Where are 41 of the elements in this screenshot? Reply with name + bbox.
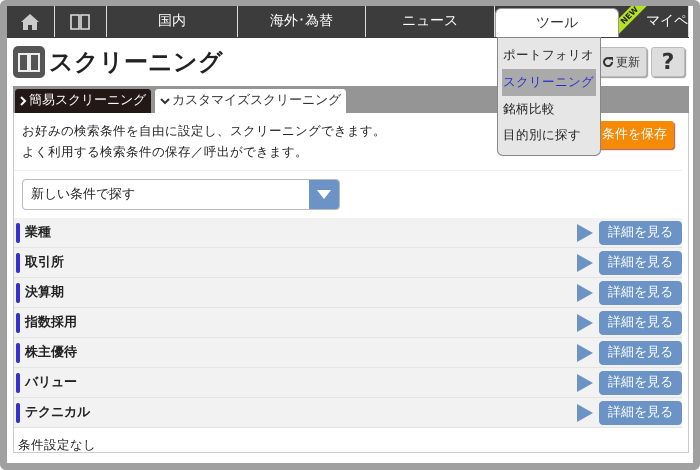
- criterion-label: バリュー: [25, 374, 77, 392]
- criterion-label: 決算期: [25, 284, 64, 302]
- status-text: 条件設定なし: [17, 436, 97, 454]
- condition-select[interactable]: 新しい条件で探す: [22, 179, 340, 210]
- play-icon: [577, 224, 593, 242]
- caret-icon: [317, 190, 331, 200]
- marker-bar: [16, 312, 20, 333]
- criterion-label: 取引所: [25, 254, 64, 272]
- book-icon: [13, 46, 45, 78]
- marker-bar: [16, 222, 20, 243]
- marker-bar: [16, 282, 20, 303]
- help-button[interactable]: ?: [651, 47, 685, 77]
- marker-bar: [16, 372, 20, 393]
- sub-tab[interactable]: カスタマイズスクリーニング: [155, 89, 346, 113]
- description-text: お好みの検索条件を自由に設定し、スクリーニングできます。: [22, 122, 386, 140]
- play-icon: [577, 344, 593, 362]
- criterion-label: テクニカル: [25, 404, 90, 422]
- book-icon: [69, 12, 92, 30]
- marker-bar: [16, 252, 20, 273]
- marker-bar: [16, 342, 20, 363]
- menu-item[interactable]: ポートフォリオ: [502, 42, 596, 69]
- play-icon: [577, 314, 593, 332]
- home-icon: [21, 14, 40, 30]
- criterion-label: 株主優待: [25, 344, 77, 362]
- chevron-down-icon: [160, 98, 170, 104]
- nav-tab[interactable]: 国内: [106, 6, 238, 37]
- marker-bar: [16, 402, 20, 423]
- page-title: スクリーニング: [49, 47, 223, 78]
- menu-item[interactable]: スクリーニング: [502, 68, 596, 96]
- criterion-label: 指数採用: [25, 314, 77, 332]
- menu-item[interactable]: 銘柄比較: [502, 96, 596, 122]
- play-icon: [577, 284, 593, 302]
- play-icon: [577, 254, 593, 272]
- criterion-label: 業種: [25, 224, 51, 242]
- sub-tab[interactable]: 簡易スクリーニング: [15, 89, 151, 113]
- chevron-right-icon: [20, 96, 27, 106]
- description-text: よく利用する検索条件の保存／呼出ができます。: [22, 142, 309, 161]
- refresh-icon: [602, 56, 614, 68]
- nav-tab[interactable]: ツール: [494, 8, 620, 37]
- play-icon: [577, 374, 593, 392]
- play-icon: [577, 404, 593, 422]
